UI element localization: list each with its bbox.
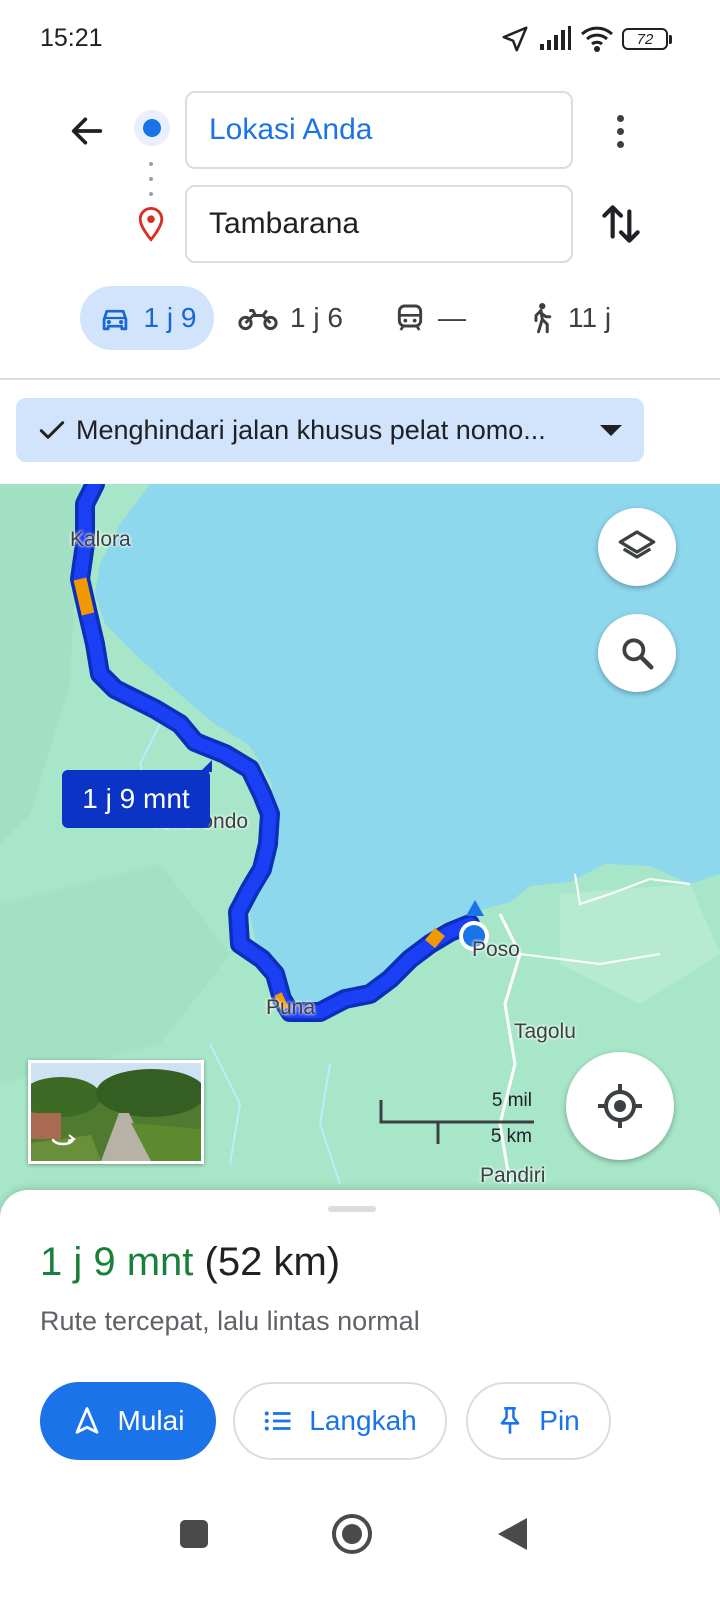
list-icon: [265, 1411, 291, 1431]
wifi-icon: [580, 26, 614, 52]
route-eta-bubble[interactable]: 1 j 9 mnt: [62, 760, 212, 828]
origin-field[interactable]: Lokasi Anda: [185, 91, 573, 169]
signal-icon: [540, 26, 571, 50]
mode-tab-transit[interactable]: —: [394, 286, 466, 350]
motorcycle-icon: [238, 309, 278, 331]
origin-dot-icon: [134, 110, 170, 146]
train-icon: [397, 304, 423, 331]
status-time: 15:21: [40, 24, 103, 52]
pin-button[interactable]: Pin: [466, 1382, 611, 1460]
map-label-kalora: Kalora: [70, 528, 131, 551]
triangle-back-icon: [498, 1518, 527, 1550]
system-navigation-bar: [0, 1490, 720, 1600]
start-button-label: Mulai: [117, 1405, 185, 1436]
battery-icon: 72: [622, 28, 672, 50]
crosshair-icon: [598, 1084, 642, 1128]
mode-car-time: 1 j 9: [143, 302, 197, 333]
mode-motorcycle-time: 1 j 6: [290, 302, 343, 333]
route-connector-dots: [148, 162, 154, 196]
location-arrow-icon: [502, 26, 528, 52]
recents-button[interactable]: [164, 1504, 224, 1564]
mode-walk-time: 11 j: [568, 302, 612, 333]
walk-icon: [534, 303, 552, 334]
mode-tab-walk[interactable]: 11 j: [526, 286, 611, 350]
more-options-button[interactable]: [600, 106, 640, 156]
route-description: Rute tercepat, lalu lintas normal: [40, 1306, 420, 1336]
route-duration: 1 j 9 mnt: [40, 1240, 194, 1284]
destination-pin-icon: [138, 206, 164, 242]
home-button[interactable]: [322, 1504, 382, 1564]
check-icon: [39, 421, 65, 439]
layers-button[interactable]: [598, 508, 676, 586]
system-back-button[interactable]: [482, 1504, 542, 1564]
sheet-drag-handle[interactable]: [328, 1206, 376, 1212]
scale-miles-label: 5 mil: [491, 1090, 532, 1111]
steps-button-label: Langkah: [309, 1405, 417, 1436]
square-icon: [180, 1520, 208, 1548]
route-summary: 1 j 9 mnt (52 km): [40, 1240, 340, 1285]
search-icon: [622, 638, 654, 670]
mode-transit-time: —: [438, 302, 466, 333]
status-icons: 72: [500, 22, 672, 56]
search-along-route-button[interactable]: [598, 614, 676, 692]
swap-icon[interactable]: [596, 198, 646, 250]
pin-button-label: Pin: [539, 1405, 580, 1436]
map-label-poso: Poso: [472, 938, 520, 961]
street-view-thumbnail[interactable]: [28, 1060, 204, 1164]
navigation-arrow-icon: [75, 1407, 98, 1434]
my-location-button[interactable]: [566, 1052, 674, 1160]
arrow-back-icon: [71, 117, 103, 145]
back-button[interactable]: [62, 106, 112, 156]
travel-modes: 1 j 9 1 j 6 — 11 j: [0, 286, 720, 350]
mode-tab-motorcycle[interactable]: 1 j 6: [238, 286, 343, 350]
route-option-label: Menghindari jalan khusus pelat nomo...: [76, 414, 546, 445]
map-label-pandiri: Pandiri: [480, 1164, 546, 1187]
scale-km-label: 5 km: [490, 1126, 532, 1147]
pushpin-icon: [500, 1407, 520, 1434]
map-view[interactable]: Kalora Tokorondo Poso Puna Tagolu Pandir…: [0, 484, 720, 1224]
layers-icon: [618, 530, 656, 559]
battery-level: 72: [636, 30, 654, 48]
status-bar: 15:21 72: [0, 0, 720, 76]
circle-home-icon: [332, 1514, 372, 1554]
car-icon: [102, 309, 127, 331]
map-scale: 5 mil 5 km: [378, 1090, 538, 1154]
map-label-tagolu: Tagolu: [514, 1020, 576, 1043]
route-distance: (52 km): [204, 1240, 341, 1284]
directions-header: Lokasi Anda Tambarana 1 j 9 1 j 6 — 11 j: [0, 76, 720, 380]
dropdown-caret-icon: [600, 425, 622, 436]
route-option-chip[interactable]: Menghindari jalan khusus pelat nomo...: [16, 398, 644, 462]
street-view-image: [31, 1063, 201, 1161]
start-navigation-button[interactable]: Mulai: [40, 1382, 216, 1460]
destination-field[interactable]: Tambarana: [185, 185, 573, 263]
map-label-puna: Puna: [266, 996, 316, 1019]
mode-tab-car[interactable]: 1 j 9: [80, 286, 214, 350]
steps-button[interactable]: Langkah: [233, 1382, 447, 1460]
